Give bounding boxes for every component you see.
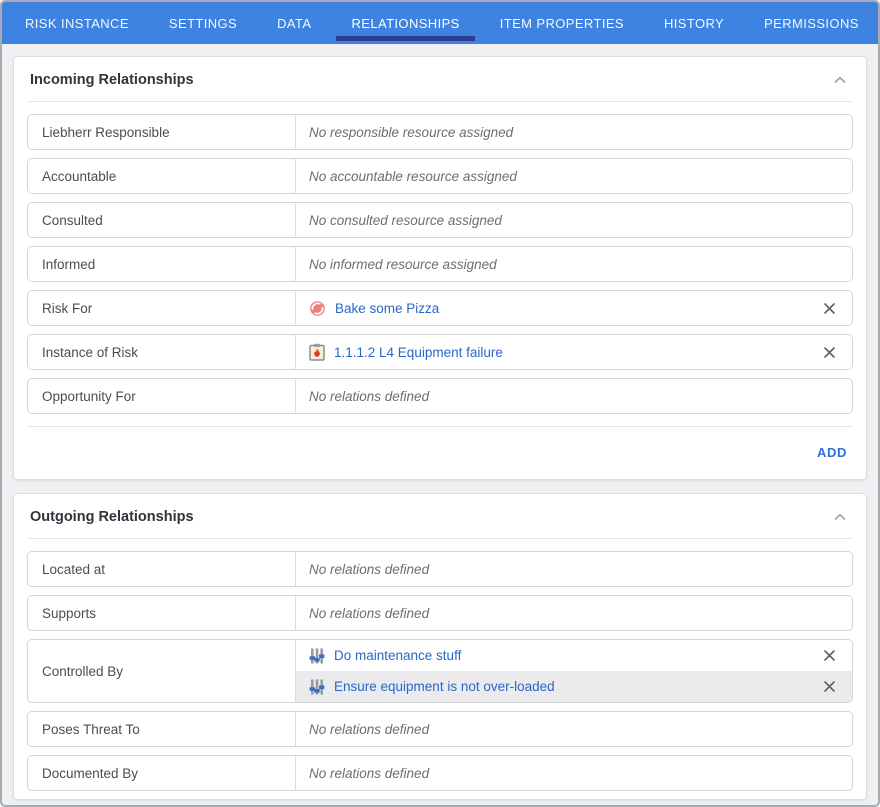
incoming-panel-title: Incoming Relationships bbox=[30, 72, 194, 88]
row-label: Supports bbox=[28, 596, 296, 630]
relation-link[interactable]: 1.1.1.2 L4 Equipment failure bbox=[334, 345, 503, 360]
row-label: Controlled By bbox=[28, 640, 296, 702]
remove-relation-button[interactable] bbox=[818, 677, 841, 696]
cycle-icon bbox=[309, 300, 326, 317]
close-icon bbox=[823, 302, 836, 315]
row-value: No relations defined bbox=[296, 712, 852, 746]
tab-relationships[interactable]: RELATIONSHIPS bbox=[331, 2, 479, 44]
outgoing-relationships-panel: Outgoing Relationships Located at No rel… bbox=[13, 493, 867, 800]
empty-placeholder: No relations defined bbox=[309, 606, 429, 621]
row-label: Accountable bbox=[28, 159, 296, 193]
relationship-row: Consulted No consulted resource assigned bbox=[27, 202, 853, 238]
row-label: Opportunity For bbox=[28, 379, 296, 413]
relationship-row: Instance of Risk 1.1.1.2 L4 Equipment fa… bbox=[27, 334, 853, 370]
row-label: Risk For bbox=[28, 291, 296, 325]
relation-link[interactable]: Bake some Pizza bbox=[335, 301, 439, 316]
tab-item-properties[interactable]: ITEM PROPERTIES bbox=[480, 2, 644, 44]
row-label: Consulted bbox=[28, 203, 296, 237]
relationship-row: Informed No informed resource assigned bbox=[27, 246, 853, 282]
relation-link[interactable]: Do maintenance stuff bbox=[334, 648, 461, 663]
incoming-rows: Liebherr Responsible No responsible reso… bbox=[27, 102, 853, 414]
tab-risk-instance[interactable]: RISK INSTANCE bbox=[5, 2, 149, 44]
empty-placeholder: No informed resource assigned bbox=[309, 257, 497, 272]
close-icon bbox=[823, 346, 836, 359]
incoming-panel-header: Incoming Relationships bbox=[27, 57, 853, 102]
tab-data[interactable]: DATA bbox=[257, 2, 331, 44]
close-icon bbox=[823, 680, 836, 693]
relationship-row: Opportunity For No relations defined bbox=[27, 378, 853, 414]
row-label: Informed bbox=[28, 247, 296, 281]
relation-link[interactable]: Ensure equipment is not over-loaded bbox=[334, 679, 555, 694]
chevron-up-icon bbox=[834, 513, 846, 521]
row-value: No informed resource assigned bbox=[296, 247, 852, 281]
row-value: Bake some Pizza bbox=[296, 291, 852, 325]
remove-relation-button[interactable] bbox=[818, 343, 841, 362]
relationship-row: Controlled By bbox=[27, 639, 853, 703]
empty-placeholder: No consulted resource assigned bbox=[309, 213, 502, 228]
chevron-up-icon bbox=[834, 76, 846, 84]
tab-bar: RISK INSTANCE SETTINGS DATA RELATIONSHIP… bbox=[2, 2, 878, 44]
add-row: ADD bbox=[27, 427, 853, 479]
add-relationship-button[interactable]: ADD bbox=[817, 445, 847, 460]
relation-entry: 1.1.1.2 L4 Equipment failure bbox=[309, 337, 841, 368]
relationship-row: Located at No relations defined bbox=[27, 551, 853, 587]
empty-placeholder: No accountable resource assigned bbox=[309, 169, 517, 184]
relationship-row: Documented By No relations defined bbox=[27, 755, 853, 791]
outgoing-panel-title: Outgoing Relationships bbox=[30, 509, 194, 525]
empty-placeholder: No relations defined bbox=[309, 389, 429, 404]
tab-permissions[interactable]: PERMISSIONS bbox=[744, 2, 879, 44]
row-value: No consulted resource assigned bbox=[296, 203, 852, 237]
empty-placeholder: No relations defined bbox=[309, 766, 429, 781]
row-value: No relations defined bbox=[296, 379, 852, 413]
incoming-relationships-panel: Incoming Relationships Liebherr Responsi… bbox=[13, 56, 867, 480]
control-sliders-icon bbox=[309, 679, 325, 695]
relationship-row: Risk For Bake some Pizza bbox=[27, 290, 853, 326]
relation-entry: Do maintenance stuff bbox=[296, 640, 852, 671]
empty-placeholder: No responsible resource assigned bbox=[309, 125, 513, 140]
relationship-row: Accountable No accountable resource assi… bbox=[27, 158, 853, 194]
row-value: No relations defined bbox=[296, 596, 852, 630]
row-label: Instance of Risk bbox=[28, 335, 296, 369]
empty-placeholder: No relations defined bbox=[309, 722, 429, 737]
relationship-row: Poses Threat To No relations defined bbox=[27, 711, 853, 747]
row-label: Located at bbox=[28, 552, 296, 586]
app-window: RISK INSTANCE SETTINGS DATA RELATIONSHIP… bbox=[0, 0, 880, 807]
page-content: Incoming Relationships Liebherr Responsi… bbox=[2, 44, 878, 805]
row-value: Do maintenance stuff bbox=[296, 640, 852, 702]
relation-entry: Bake some Pizza bbox=[309, 293, 841, 324]
tab-settings[interactable]: SETTINGS bbox=[149, 2, 257, 44]
row-value: No relations defined bbox=[296, 756, 852, 790]
remove-relation-button[interactable] bbox=[818, 646, 841, 665]
empty-placeholder: No relations defined bbox=[309, 562, 429, 577]
row-value: No responsible resource assigned bbox=[296, 115, 852, 149]
remove-relation-button[interactable] bbox=[818, 299, 841, 318]
row-label: Documented By bbox=[28, 756, 296, 790]
row-label: Liebherr Responsible bbox=[28, 115, 296, 149]
outgoing-collapse-button[interactable] bbox=[830, 511, 850, 523]
row-value: No accountable resource assigned bbox=[296, 159, 852, 193]
tab-history[interactable]: HISTORY bbox=[644, 2, 744, 44]
risk-flame-icon bbox=[309, 343, 325, 361]
relationship-row: Supports No relations defined bbox=[27, 595, 853, 631]
relation-entry: Ensure equipment is not over-loaded bbox=[296, 671, 852, 702]
relationship-row: Liebherr Responsible No responsible reso… bbox=[27, 114, 853, 150]
row-value: 1.1.1.2 L4 Equipment failure bbox=[296, 335, 852, 369]
outgoing-panel-header: Outgoing Relationships bbox=[27, 494, 853, 539]
row-value: No relations defined bbox=[296, 552, 852, 586]
row-label: Poses Threat To bbox=[28, 712, 296, 746]
outgoing-rows: Located at No relations defined Supports… bbox=[27, 539, 853, 791]
control-sliders-icon bbox=[309, 648, 325, 664]
close-icon bbox=[823, 649, 836, 662]
incoming-collapse-button[interactable] bbox=[830, 74, 850, 86]
